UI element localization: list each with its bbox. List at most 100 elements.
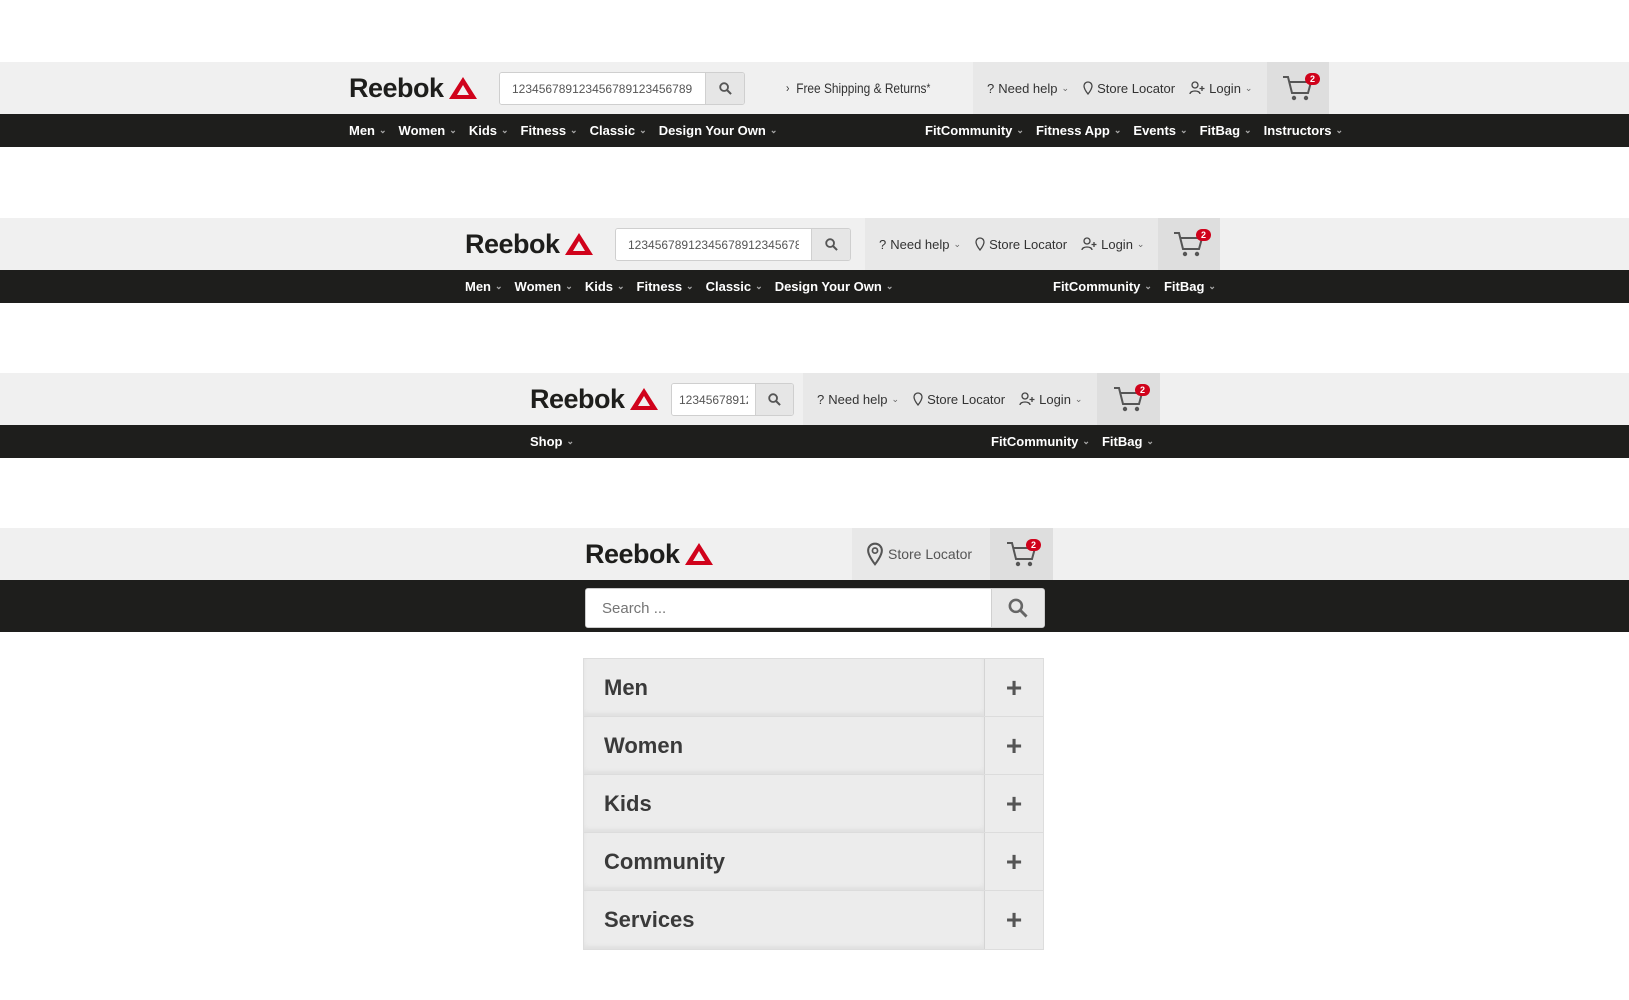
nav-item-design-your-own[interactable]: Design Your Own ⌄ <box>659 123 778 138</box>
nav-right: FitCommunity ⌄ FitBag ⌄ <box>991 425 1154 458</box>
nav-label: Events <box>1133 123 1177 138</box>
chevron-down-icon: ⌄ <box>1208 281 1216 291</box>
store-locator-link[interactable]: Store Locator <box>913 392 1005 407</box>
reebok-logo[interactable]: Reebok <box>349 62 478 114</box>
accordion-item-kids[interactable]: Kids + <box>584 775 1043 833</box>
nav-item-fitcommunity[interactable]: FitCommunity ⌄ <box>1053 279 1152 294</box>
nav-label: Kids <box>468 123 497 138</box>
nav-item-fitness[interactable]: Fitness ⌄ <box>637 279 694 294</box>
utility-nav: Store Locator <box>852 528 990 580</box>
need-help-label: Need help <box>828 391 888 407</box>
nav-item-fitness[interactable]: Fitness ⌄ <box>521 123 578 138</box>
header-desktop-xl: Reebok › Free Shipping & Returns* ?Need … <box>0 62 1629 114</box>
cart-button[interactable]: 2 <box>1097 373 1160 425</box>
store-locator-link[interactable]: Store Locator <box>1083 81 1175 96</box>
nav-item-fitcommunity[interactable]: FitCommunity ⌄ <box>991 434 1090 449</box>
cart-count-badge: 2 <box>1026 539 1042 551</box>
main-nav-md: Men ⌄ Women ⌄ Kids ⌄ Fitness ⌄ Classic ⌄ Desi… <box>0 270 1629 303</box>
free-shipping-link[interactable]: › Free Shipping & Returns * <box>786 62 930 114</box>
nav-item-events[interactable]: Events ⌄ <box>1133 123 1187 138</box>
map-pin-icon <box>975 237 985 251</box>
store-locator-link[interactable]: Store Locator <box>975 237 1067 252</box>
chevron-down-icon: ⌄ <box>495 281 503 291</box>
nav-item-fitness-app[interactable]: Fitness App ⌄ <box>1036 123 1121 138</box>
nav-item-fitbag[interactable]: FitBag ⌄ <box>1200 123 1252 138</box>
search-icon <box>824 238 838 251</box>
utility-nav: ? Need help ⌄ Store Locator Login ⌄ <box>865 218 1158 270</box>
reebok-logo[interactable]: Reebok <box>530 373 659 425</box>
shipping-footnote-mark: * <box>926 81 931 95</box>
login-menu[interactable]: Login ⌄ <box>1081 237 1144 252</box>
nav-item-fitbag[interactable]: FitBag ⌄ <box>1164 279 1216 294</box>
need-help-menu[interactable]: ? Need help ⌄ <box>879 237 961 252</box>
search-button[interactable] <box>705 73 744 104</box>
nav-label: FitBag <box>1163 279 1205 294</box>
nav-item-fitcommunity[interactable]: FitCommunity ⌄ <box>925 123 1024 138</box>
nav-item-men[interactable]: Men ⌄ <box>349 123 387 138</box>
accordion-label: Community <box>584 833 984 890</box>
nav-item-design-your-own[interactable]: Design Your Own ⌄ <box>775 279 894 294</box>
plus-icon[interactable]: + <box>984 833 1043 890</box>
search-button[interactable] <box>811 229 850 260</box>
chevron-down-icon: ⌄ <box>1082 436 1090 446</box>
plus-icon[interactable]: + <box>984 717 1043 774</box>
search-input[interactable] <box>500 73 706 104</box>
nav-label: Shop <box>530 434 563 449</box>
nav-item-classic[interactable]: Classic ⌄ <box>706 279 763 294</box>
nav-item-classic[interactable]: Classic ⌄ <box>590 123 647 138</box>
cart-button[interactable]: 2 <box>990 528 1053 580</box>
need-help-label: Need help <box>998 80 1058 96</box>
reebok-logo[interactable]: Reebok <box>465 218 594 270</box>
reebok-logo[interactable]: Reebok <box>585 528 714 580</box>
nav-label: Men <box>465 279 491 294</box>
header-tablet: Reebok ?Need help⌄ Store Locator Login⌄ … <box>0 373 1629 425</box>
logo-text: Reebok <box>465 228 560 259</box>
cart-button[interactable]: 2 <box>1267 62 1329 114</box>
nav-item-kids[interactable]: Kids ⌄ <box>469 123 509 138</box>
mobile-search-button[interactable] <box>991 589 1044 627</box>
plus-icon[interactable]: + <box>984 891 1043 949</box>
chevron-down-icon: ⌄ <box>1144 281 1152 291</box>
search-input[interactable] <box>616 229 812 260</box>
chevron-down-icon: ⌄ <box>639 125 647 135</box>
nav-label: Classic <box>705 279 752 294</box>
chevron-down-icon: ⌄ <box>1244 82 1253 93</box>
need-help-menu[interactable]: ? Need help ⌄ <box>987 81 1069 96</box>
store-locator-link[interactable]: Store Locator <box>866 542 972 566</box>
search-input[interactable] <box>672 384 755 415</box>
delta-logo-icon <box>448 77 477 99</box>
search-icon <box>718 82 732 95</box>
chevron-down-icon: ⌄ <box>1335 125 1344 135</box>
mobile-search-input[interactable] <box>586 589 991 627</box>
login-menu[interactable]: Login ⌄ <box>1189 81 1252 96</box>
nav-label: FitCommunity <box>1053 279 1141 294</box>
nav-item-kids[interactable]: Kids ⌄ <box>585 279 625 294</box>
nav-item-men[interactable]: Men ⌄ <box>465 279 503 294</box>
mobile-search-bar <box>0 580 1629 632</box>
map-pin-icon <box>913 392 923 406</box>
accordion-item-community[interactable]: Community + <box>584 833 1043 891</box>
nav-item-women[interactable]: Women ⌄ <box>515 279 573 294</box>
question-icon: ? <box>879 236 887 252</box>
nav-item-women[interactable]: Women ⌄ <box>399 123 457 138</box>
nav-label: Women <box>514 279 562 294</box>
nav-item-instructors[interactable]: Instructors ⌄ <box>1264 123 1343 138</box>
nav-label: Kids <box>584 279 613 294</box>
mobile-menu-accordion: Men + Women + Kids + Community + Service… <box>583 658 1044 950</box>
nav-left: Men ⌄ Women ⌄ Kids ⌄ Fitness ⌄ Classic ⌄ Desi… <box>349 114 777 147</box>
nav-label: Design Your Own <box>658 123 766 138</box>
login-menu[interactable]: Login ⌄ <box>1019 392 1082 407</box>
nav-label: Men <box>349 123 375 138</box>
main-nav-xl: Men ⌄ Women ⌄ Kids ⌄ Fitness ⌄ Classic ⌄ Desi… <box>0 114 1629 147</box>
accordion-label: Women <box>584 717 984 774</box>
need-help-menu[interactable]: ? Need help ⌄ <box>817 392 899 407</box>
accordion-item-men[interactable]: Men + <box>584 659 1043 717</box>
cart-button[interactable]: 2 <box>1158 218 1220 270</box>
accordion-item-services[interactable]: Services + <box>584 891 1043 949</box>
plus-icon[interactable]: + <box>984 775 1043 832</box>
search-button[interactable] <box>755 384 793 415</box>
accordion-item-women[interactable]: Women + <box>584 717 1043 775</box>
plus-icon[interactable]: + <box>984 659 1043 716</box>
nav-item-shop[interactable]: Shop ⌄ <box>530 434 574 449</box>
nav-item-fitbag[interactable]: FitBag ⌄ <box>1102 434 1154 449</box>
